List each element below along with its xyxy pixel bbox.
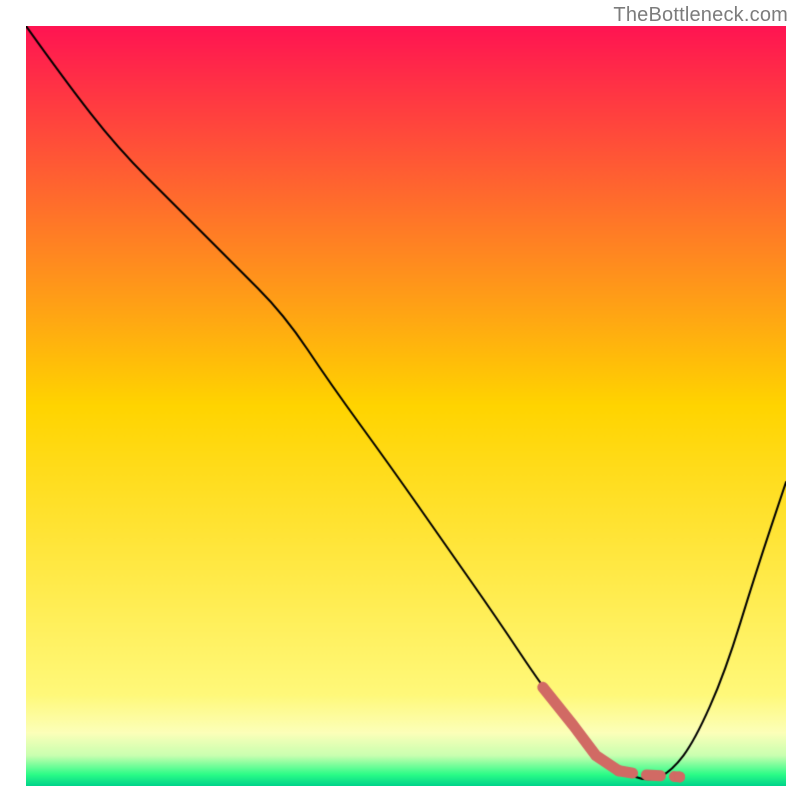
plot-area <box>26 26 786 786</box>
chart-canvas <box>26 26 786 786</box>
chart-wrapper: TheBottleneck.com <box>0 0 800 800</box>
attribution-label: TheBottleneck.com <box>613 4 788 27</box>
